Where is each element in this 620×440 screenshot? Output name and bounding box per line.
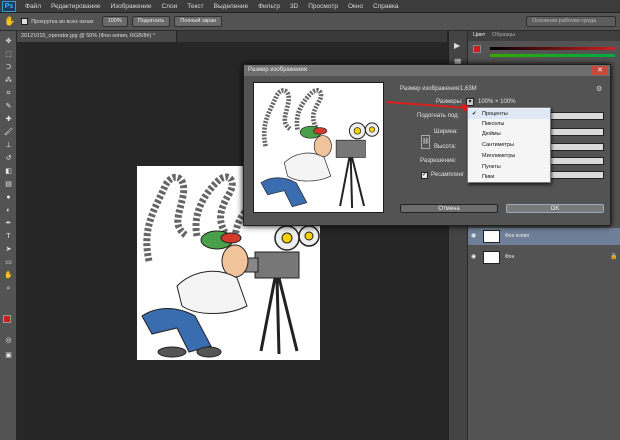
brush-tool-icon[interactable]: 🖌 bbox=[4, 128, 13, 137]
menu-layers[interactable]: Слои bbox=[156, 3, 182, 10]
menu-view[interactable]: Просмотр bbox=[303, 3, 343, 10]
eraser-tool-icon[interactable]: ◧ bbox=[4, 167, 13, 176]
layer-name: Фон bbox=[505, 254, 515, 260]
color-panel-header: Цвет Образцы bbox=[468, 31, 620, 41]
annotation-arrow bbox=[385, 101, 472, 112]
magic-wand-icon[interactable]: ⁂ bbox=[4, 76, 13, 85]
hand-tool-icon[interactable]: ✋ bbox=[4, 271, 13, 280]
height-label: Высота: bbox=[434, 144, 457, 150]
scroll-all-checkbox[interactable] bbox=[21, 18, 29, 25]
screen-mode-icon[interactable]: ▣ bbox=[4, 351, 13, 360]
scroll-all-windows-option[interactable]: Прокрутка во всех окнах bbox=[21, 18, 94, 25]
layer-row-bg[interactable]: ◉ Фон 🔒 bbox=[468, 249, 620, 266]
option-points[interactable]: Пункты bbox=[468, 162, 550, 172]
clone-stamp-icon[interactable]: ⊥ bbox=[4, 141, 13, 150]
scroll-all-label: Прокрутка во всех окнах bbox=[31, 18, 94, 25]
red-slider[interactable] bbox=[490, 47, 615, 50]
visibility-eye-icon[interactable]: ◉ bbox=[471, 249, 476, 266]
quick-mask-icon[interactable]: ◎ bbox=[4, 336, 13, 345]
checkmark-icon: ✔ bbox=[472, 111, 477, 117]
move-tool-icon[interactable]: ✥ bbox=[4, 37, 13, 46]
dodge-tool-icon[interactable]: ◐ bbox=[4, 206, 13, 215]
menu-text[interactable]: Текст bbox=[182, 3, 208, 10]
green-slider[interactable] bbox=[490, 54, 615, 57]
layer-thumbnail bbox=[483, 251, 500, 264]
dialog-title: Размер изображения bbox=[244, 65, 610, 76]
menu-bar: Ps Файл Редактирование Изображение Слои … bbox=[0, 0, 620, 13]
menu-image[interactable]: Изображение bbox=[106, 3, 157, 10]
shape-tool-icon[interactable]: ▭ bbox=[4, 258, 13, 267]
play-icon[interactable]: ▶ bbox=[454, 41, 460, 50]
close-icon[interactable]: ✕ bbox=[592, 66, 608, 75]
option-millimeters[interactable]: Миллиметры bbox=[468, 151, 550, 161]
visibility-eye-icon[interactable]: ◉ bbox=[471, 228, 476, 245]
marquee-tool-icon[interactable]: ⬚ bbox=[4, 50, 13, 59]
history-brush-icon[interactable]: ↺ bbox=[4, 154, 13, 163]
tools-panel: ✥ ⬚ ᑐ ⁂ ⌗ ✎ ✚ 🖌 ⊥ ↺ ◧ ▤ ● ◐ ✒ T ➤ ▭ ✋ ⌕ … bbox=[0, 31, 17, 440]
menu-3d[interactable]: 3D bbox=[285, 3, 303, 10]
layer-name: Фон копия bbox=[505, 233, 529, 239]
resolution-label: Разрешение: bbox=[420, 158, 457, 164]
image-preview[interactable] bbox=[253, 82, 384, 213]
option-inches[interactable]: Дюймы bbox=[468, 129, 550, 139]
preview-illustration bbox=[260, 88, 380, 209]
pen-tool-icon[interactable]: ✒ bbox=[4, 219, 13, 228]
blur-tool-icon[interactable]: ● bbox=[4, 193, 13, 202]
menu-help[interactable]: Справка bbox=[368, 3, 404, 10]
healing-brush-icon[interactable]: ✚ bbox=[4, 115, 13, 124]
option-pixels[interactable]: Пикселы bbox=[468, 119, 550, 129]
panel-foreground-swatch[interactable] bbox=[473, 45, 481, 53]
fit-screen-button[interactable]: Подогнать bbox=[131, 16, 171, 27]
foreground-color-swatch[interactable] bbox=[3, 315, 11, 323]
width-label: Ширина: bbox=[434, 129, 458, 135]
document-tab[interactable]: 20121015_operator.jpg @ 50% (Фон копия, … bbox=[17, 31, 177, 42]
crop-tool-icon[interactable]: ⌗ bbox=[4, 89, 13, 98]
eyedropper-icon[interactable]: ✎ bbox=[4, 102, 13, 111]
layer-thumbnail bbox=[483, 230, 500, 243]
units-dropdown[interactable]: ✔ Проценты Пикселы Дюймы Сантиметры Милли… bbox=[467, 107, 551, 183]
type-tool-icon[interactable]: T bbox=[4, 232, 13, 241]
menu-edit[interactable]: Редактирование bbox=[46, 3, 106, 10]
option-picas[interactable]: Пики bbox=[468, 172, 550, 182]
lasso-tool-icon[interactable]: ᑐ bbox=[4, 63, 13, 72]
cancel-button[interactable]: Отмена bbox=[400, 204, 498, 213]
zoom-tool-icon[interactable]: ⌕ bbox=[4, 284, 13, 293]
ok-button[interactable]: OK bbox=[506, 204, 604, 213]
option-centimeters[interactable]: Сантиметры bbox=[468, 140, 550, 150]
menu-file[interactable]: Файл bbox=[20, 3, 46, 10]
zoom-100-button[interactable]: 100% bbox=[101, 16, 128, 27]
arrow-shaft bbox=[385, 101, 469, 109]
layer-row-bg-copy[interactable]: ◉ Фон копия bbox=[468, 228, 620, 245]
full-screen-button[interactable]: Полный экран bbox=[174, 16, 223, 27]
menu-window[interactable]: Окно bbox=[343, 3, 368, 10]
path-selection-icon[interactable]: ➤ bbox=[4, 245, 13, 254]
menu-select[interactable]: Выделение bbox=[209, 3, 253, 10]
tab-swatches[interactable]: Образцы bbox=[492, 32, 515, 38]
resample-label: Ресамплинг bbox=[431, 172, 465, 178]
options-bar: ✋ Прокрутка во всех окнах 100% Подогнать… bbox=[0, 13, 620, 31]
hand-tool-icon[interactable]: ✋ bbox=[4, 16, 15, 27]
tab-color[interactable]: Цвет bbox=[473, 32, 485, 38]
link-chain-icon[interactable]: ⛓ bbox=[421, 135, 430, 149]
workspace-selector[interactable]: Основная рабочая среда bbox=[526, 16, 616, 27]
photoshop-logo: Ps bbox=[2, 0, 16, 12]
gradient-tool-icon[interactable]: ▤ bbox=[4, 180, 13, 189]
option-percent[interactable]: ✔ Проценты bbox=[468, 109, 550, 119]
settings-gear-icon[interactable]: ⚙ bbox=[596, 85, 602, 93]
dimensions-value: 100% × 100% bbox=[478, 99, 516, 105]
lock-icon: 🔒 bbox=[610, 254, 618, 260]
menu-filter[interactable]: Фильтр bbox=[253, 3, 285, 10]
resample-checkbox[interactable]: ✓ bbox=[421, 172, 428, 179]
